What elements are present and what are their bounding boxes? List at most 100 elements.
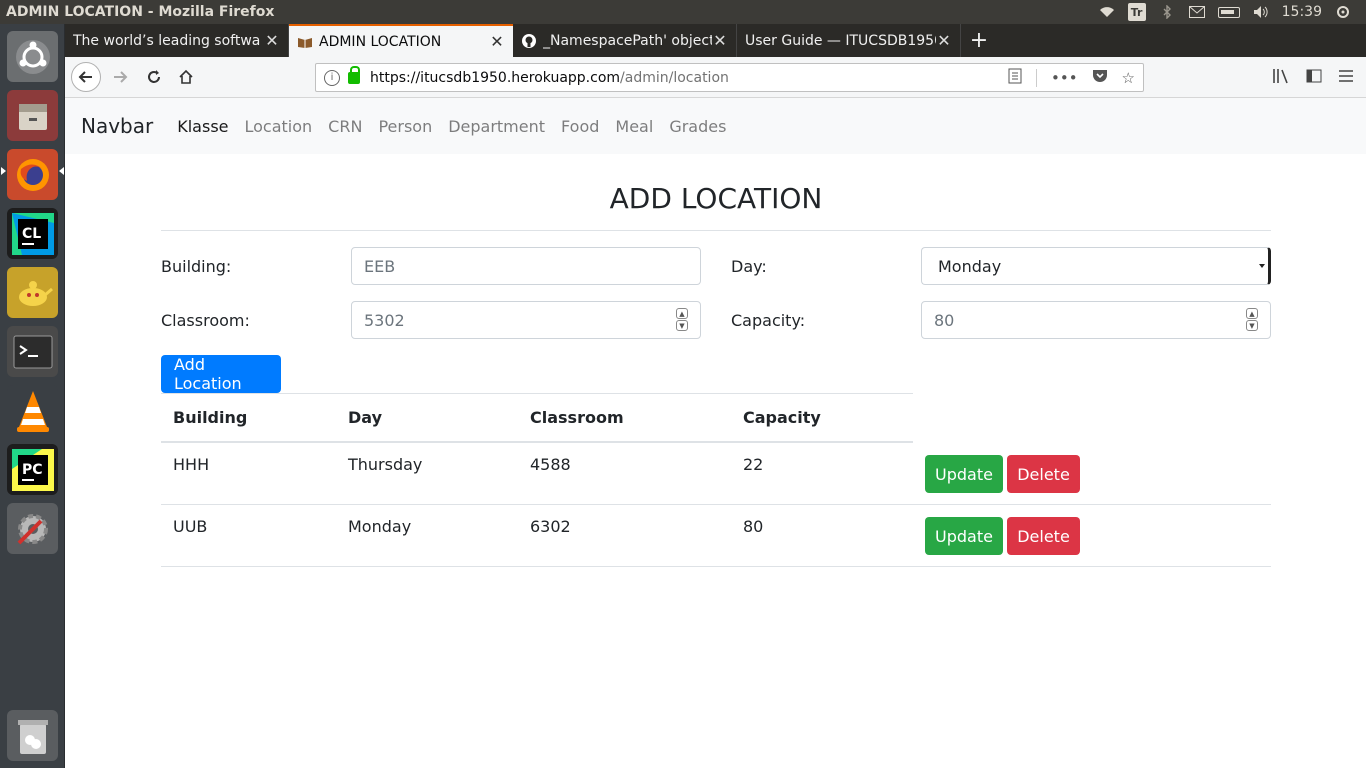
reader-view-icon[interactable] bbox=[1008, 68, 1022, 88]
library-icon[interactable] bbox=[1272, 68, 1290, 88]
url-bar-actions: ••• ☆ bbox=[1008, 64, 1135, 91]
main-container: ADD LOCATION Building: EEB Day: Monday C… bbox=[161, 154, 1271, 567]
nav-link-crn[interactable]: CRN bbox=[320, 117, 370, 136]
tab-user-guide[interactable]: User Guide — ITUCSDB1950 ✕ bbox=[737, 24, 961, 57]
delete-button[interactable]: Delete bbox=[1007, 455, 1080, 493]
github-icon bbox=[521, 33, 537, 49]
stepper-up-icon[interactable]: ▲ bbox=[676, 308, 688, 319]
cell-day: Monday bbox=[348, 517, 412, 536]
battery-icon[interactable] bbox=[1217, 6, 1240, 18]
back-arrow-icon[interactable] bbox=[71, 62, 101, 92]
system-settings-icon[interactable] bbox=[7, 503, 58, 554]
building-input[interactable]: EEB bbox=[351, 247, 701, 285]
sidebar-icon[interactable] bbox=[1306, 68, 1322, 87]
tab-namespacepath[interactable]: _NamespacePath' object ✕ bbox=[513, 24, 737, 57]
chevron-down-icon bbox=[1259, 264, 1265, 268]
cell-capacity: 80 bbox=[743, 517, 764, 536]
table-header-row: Building Day Classroom Capacity bbox=[161, 393, 913, 443]
stepper-down-icon[interactable]: ▼ bbox=[676, 320, 688, 331]
tab-label: User Guide — ITUCSDB1950 bbox=[745, 32, 936, 49]
pocket-icon[interactable] bbox=[1092, 69, 1108, 87]
bookmark-star-icon[interactable]: ☆ bbox=[1122, 69, 1135, 87]
focused-indicator bbox=[59, 167, 64, 175]
svg-text:PC: PC bbox=[22, 462, 43, 478]
nav-link-grades[interactable]: Grades bbox=[661, 117, 734, 136]
vlc-icon[interactable] bbox=[7, 385, 58, 436]
cell-classroom: 4588 bbox=[530, 455, 571, 474]
table-row: HHH Thursday 4588 22 Update Delete bbox=[161, 443, 1271, 505]
page-title: ADD LOCATION bbox=[609, 182, 823, 215]
unity-launcher: CL PC bbox=[0, 24, 65, 768]
column-header-day: Day bbox=[348, 408, 383, 427]
submit-row: Add Location bbox=[161, 355, 1271, 393]
classroom-input[interactable]: 5302 ▲ ▼ bbox=[351, 301, 701, 339]
url-divider bbox=[1036, 68, 1037, 87]
wifi-icon[interactable] bbox=[1098, 5, 1116, 19]
day-select[interactable]: Monday bbox=[921, 247, 1271, 285]
update-button[interactable]: Update bbox=[925, 517, 1003, 555]
page-actions-menu-icon[interactable]: ••• bbox=[1051, 69, 1078, 87]
stepper-up-icon[interactable]: ▲ bbox=[1246, 308, 1258, 319]
volume-icon[interactable] bbox=[1252, 5, 1270, 19]
book-icon bbox=[297, 34, 313, 50]
url-text[interactable]: https://itucsdb1950.herokuapp.com/admin/… bbox=[370, 70, 729, 86]
delete-button[interactable]: Delete bbox=[1007, 517, 1080, 555]
reload-icon[interactable] bbox=[139, 62, 169, 92]
capacity-input[interactable]: 80 ▲ ▼ bbox=[921, 301, 1271, 339]
cell-building: HHH bbox=[173, 455, 210, 474]
firefox-icon[interactable] bbox=[7, 149, 58, 200]
nav-link-meal[interactable]: Meal bbox=[607, 117, 661, 136]
hamburger-menu-icon[interactable] bbox=[1338, 68, 1354, 87]
classroom-placeholder: 5302 bbox=[364, 310, 405, 330]
cell-day: Thursday bbox=[348, 455, 423, 474]
nav-link-department[interactable]: Department bbox=[440, 117, 553, 136]
nav-link-klasse[interactable]: Klasse bbox=[169, 117, 236, 136]
pycharm-icon[interactable]: PC bbox=[7, 444, 58, 495]
table-row: UUB Monday 6302 80 Update Delete bbox=[161, 505, 1271, 567]
power-gear-icon[interactable] bbox=[1334, 5, 1352, 19]
column-header-building: Building bbox=[173, 408, 248, 427]
url-bar[interactable]: i https://itucsdb1950.herokuapp.com/admi… bbox=[315, 63, 1144, 92]
running-indicator bbox=[1, 167, 6, 175]
mail-icon[interactable] bbox=[1188, 5, 1206, 19]
system-top-panel: ADMIN LOCATION - Mozilla Firefox Tr 15:3… bbox=[0, 0, 1366, 24]
browser-tab-bar: The world’s leading softwa ✕ ADMIN LOCAT… bbox=[65, 24, 1366, 57]
clion-icon[interactable]: CL bbox=[7, 208, 58, 259]
close-tab-icon[interactable]: ✕ bbox=[489, 32, 505, 51]
close-tab-icon[interactable]: ✕ bbox=[264, 31, 280, 50]
classroom-stepper[interactable]: ▲ ▼ bbox=[676, 308, 688, 331]
close-tab-icon[interactable]: ✕ bbox=[936, 31, 952, 50]
new-tab-plus-icon[interactable]: + bbox=[961, 24, 997, 57]
genie-lamp-icon[interactable] bbox=[7, 267, 58, 318]
clock[interactable]: 15:39 bbox=[1282, 4, 1322, 20]
site-info-icon[interactable]: i bbox=[324, 69, 340, 86]
keyboard-layout-indicator[interactable]: Tr bbox=[1127, 3, 1146, 21]
add-location-button[interactable]: Add Location bbox=[161, 355, 281, 393]
row-actions: Update Delete bbox=[913, 505, 1080, 566]
form-row-building-day: Building: EEB Day: Monday bbox=[161, 247, 1271, 285]
close-tab-icon[interactable]: ✕ bbox=[712, 31, 728, 50]
capacity-label: Capacity: bbox=[731, 310, 806, 330]
nav-link-location[interactable]: Location bbox=[237, 117, 321, 136]
column-header-capacity: Capacity bbox=[743, 408, 821, 427]
tab-label: _NamespacePath' object bbox=[543, 32, 712, 49]
cell-building: UUB bbox=[173, 517, 208, 536]
trash-icon[interactable] bbox=[7, 710, 58, 761]
update-button[interactable]: Update bbox=[925, 455, 1003, 493]
files-icon[interactable] bbox=[7, 90, 58, 141]
navbar-brand[interactable]: Navbar bbox=[81, 114, 153, 138]
tab-label: ADMIN LOCATION bbox=[319, 33, 442, 50]
home-icon[interactable] bbox=[171, 62, 201, 92]
capacity-stepper[interactable]: ▲ ▼ bbox=[1246, 308, 1258, 331]
tab-world-leading-software[interactable]: The world’s leading softwa ✕ bbox=[65, 24, 289, 57]
terminal-icon[interactable] bbox=[7, 326, 58, 377]
nav-link-person[interactable]: Person bbox=[370, 117, 440, 136]
stepper-down-icon[interactable]: ▼ bbox=[1246, 320, 1258, 331]
cell-classroom: 6302 bbox=[530, 517, 571, 536]
ubuntu-dash-icon[interactable] bbox=[7, 31, 58, 82]
forward-arrow-icon[interactable] bbox=[105, 62, 135, 92]
nav-link-food[interactable]: Food bbox=[553, 117, 607, 136]
tab-admin-location[interactable]: ADMIN LOCATION ✕ bbox=[289, 24, 513, 57]
bluetooth-icon[interactable] bbox=[1158, 5, 1176, 19]
secure-lock-icon[interactable] bbox=[348, 65, 360, 84]
